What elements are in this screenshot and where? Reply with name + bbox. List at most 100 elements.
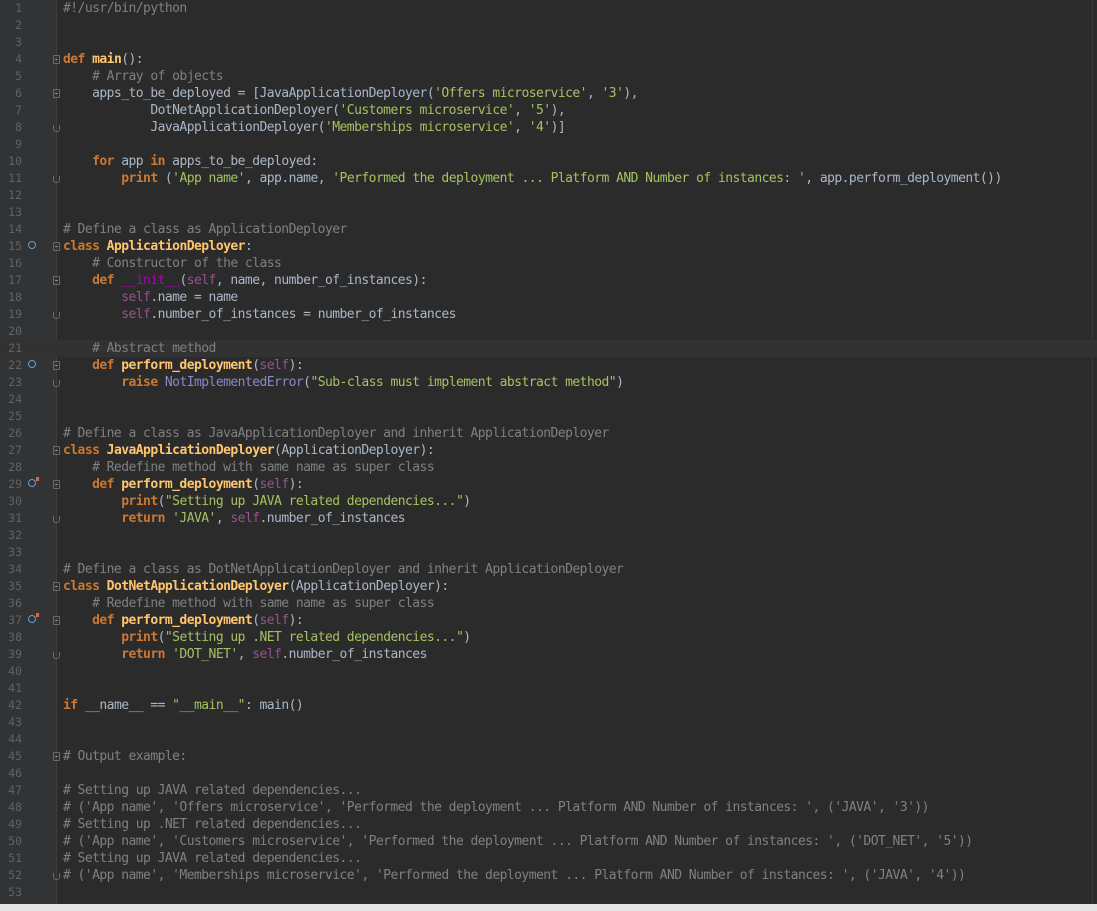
code-text: JavaApplicationDeployer('Memberships mic… [63, 119, 565, 136]
fold-toggle-icon[interactable] [53, 55, 60, 64]
code-line[interactable]: 23 raise NotImplementedError("Sub-class … [0, 374, 1097, 391]
code-line[interactable]: 14 # Define a class as ApplicationDeploye… [0, 221, 1097, 238]
code-line[interactable]: 37 def perform_deployment(self): [0, 612, 1097, 629]
fold-toggle-icon[interactable] [53, 582, 60, 591]
code-text: raise NotImplementedError("Sub-class mus… [63, 374, 624, 391]
code-area[interactable]: 1 #!/usr/bin/python 2 3 4 def main(): 5 # Arra… [0, 0, 1097, 901]
fold-end-icon[interactable] [53, 652, 60, 659]
code-token: "Setting up JAVA related dependencies...… [164, 494, 464, 509]
code-token: # Define a class as JavaApplicationDeplo… [63, 426, 609, 441]
code-line[interactable]: 40 [0, 663, 1097, 680]
code-token: def [92, 273, 122, 288]
code-line[interactable]: 1 #!/usr/bin/python [0, 0, 1097, 17]
code-line[interactable]: 17 def __init__(self, name, number_of_in… [0, 272, 1097, 289]
code-line[interactable]: 33 [0, 544, 1097, 561]
code-line[interactable]: 47 # Setting up JAVA related dependencies… [0, 782, 1097, 799]
code-line[interactable]: 16 # Constructor of the class [0, 255, 1097, 272]
code-line[interactable]: 49 # Setting up .NET related dependencies… [0, 816, 1097, 833]
code-line[interactable]: 52 # ('App name', 'Memberships microservi… [0, 867, 1097, 884]
code-line[interactable]: 27 class JavaApplicationDeployer(Applicat… [0, 442, 1097, 459]
override-marker-icon[interactable] [28, 360, 36, 368]
code-line[interactable]: 2 [0, 17, 1097, 34]
code-line[interactable]: 4 def main(): [0, 51, 1097, 68]
code-token: ( [179, 273, 187, 288]
fold-toggle-icon[interactable] [53, 242, 60, 251]
code-text: # Setting up JAVA related dependencies..… [63, 782, 362, 799]
code-line[interactable]: 10 for app in apps_to_be_deployed: [0, 153, 1097, 170]
horizontal-scrollbar[interactable] [0, 904, 1097, 911]
code-token: ) [463, 494, 471, 509]
code-line[interactable]: 13 [0, 204, 1097, 221]
fold-toggle-icon[interactable] [53, 616, 60, 625]
line-number: 39 [8, 647, 22, 661]
code-line[interactable]: 36 # Redefine method with same name as s… [0, 595, 1097, 612]
fold-toggle-icon[interactable] [53, 446, 60, 455]
code-editor[interactable]: 1 #!/usr/bin/python 2 3 4 def main(): 5 # Arra… [0, 0, 1097, 904]
code-line[interactable]: 29 def perform_deployment(self): [0, 476, 1097, 493]
code-text: if __name__ == "__main__": main() [63, 697, 304, 714]
code-line[interactable]: 20 [0, 323, 1097, 340]
fold-end-icon[interactable] [53, 312, 60, 319]
code-line[interactable]: 21 # Abstract method [0, 340, 1097, 357]
code-line[interactable]: 18 self.name = name [0, 289, 1097, 306]
code-line[interactable]: 34 # Define a class as DotNetApplicationD… [0, 561, 1097, 578]
code-line[interactable]: 26 # Define a class as JavaApplicationDep… [0, 425, 1097, 442]
fold-end-icon[interactable] [53, 125, 60, 132]
fold-end-icon[interactable] [53, 380, 60, 387]
code-token: raise [121, 375, 165, 390]
code-line[interactable]: 12 [0, 187, 1097, 204]
line-number: 33 [8, 545, 22, 559]
line-number: 50 [8, 834, 22, 848]
override-marker-icon[interactable] [28, 241, 36, 249]
code-text: def perform_deployment(self): [63, 357, 304, 374]
code-line[interactable]: 22 def perform_deployment(self): [0, 357, 1097, 374]
fold-end-icon[interactable] [53, 873, 60, 880]
code-line[interactable]: 51 # Setting up JAVA related dependencies… [0, 850, 1097, 867]
code-token: main [92, 52, 122, 67]
implements-marker-icon[interactable] [28, 477, 39, 487]
code-line[interactable]: 11 print ('App name', app.name, 'Perform… [0, 170, 1097, 187]
code-line[interactable]: 31 return 'JAVA', self.number_of_instanc… [0, 510, 1097, 527]
line-number: 8 [15, 120, 22, 134]
fold-toggle-icon[interactable] [53, 89, 60, 98]
implements-marker-icon[interactable] [28, 613, 39, 623]
code-line[interactable]: 38 print("Setting up .NET related depend… [0, 629, 1097, 646]
code-line[interactable]: 5 # Array of objects [0, 68, 1097, 85]
code-line[interactable]: 8 JavaApplicationDeployer('Memberships m… [0, 119, 1097, 136]
code-line[interactable]: 19 self.number_of_instances = number_of_… [0, 306, 1097, 323]
fold-toggle-icon[interactable] [53, 276, 60, 285]
code-line[interactable]: 46 [0, 765, 1097, 782]
fold-toggle-icon[interactable] [53, 752, 60, 761]
code-line[interactable]: 15 class ApplicationDeployer: [0, 238, 1097, 255]
fold-toggle-icon[interactable] [53, 361, 60, 370]
code-line[interactable]: 9 [0, 136, 1097, 153]
code-line[interactable]: 3 [0, 34, 1097, 51]
code-line[interactable]: 50 # ('App name', 'Customers microservice… [0, 833, 1097, 850]
code-line[interactable]: 32 [0, 527, 1097, 544]
code-line[interactable]: 7 DotNetApplicationDeployer('Customers m… [0, 102, 1097, 119]
code-line[interactable]: 45 # Output example: [0, 748, 1097, 765]
code-line[interactable]: 25 [0, 408, 1097, 425]
code-line[interactable]: 35 class DotNetApplicationDeployer(Applic… [0, 578, 1097, 595]
code-line[interactable]: 24 [0, 391, 1097, 408]
code-line[interactable]: 48 # ('App name', 'Offers microservice', … [0, 799, 1097, 816]
code-line[interactable]: 28 # Redefine method with same name as s… [0, 459, 1097, 476]
code-line[interactable]: 44 [0, 731, 1097, 748]
code-line[interactable]: 43 [0, 714, 1097, 731]
fold-toggle-icon[interactable] [53, 480, 60, 489]
code-line[interactable]: 53 [0, 884, 1097, 901]
fold-end-icon[interactable] [53, 516, 60, 523]
code-token: ), [550, 103, 566, 118]
fold-end-icon[interactable] [53, 176, 60, 183]
code-line[interactable]: 42 if __name__ == "__main__": main() [0, 697, 1097, 714]
code-line[interactable]: 30 print("Setting up JAVA related depend… [0, 493, 1097, 510]
code-line[interactable]: 39 return 'DOT_NET', self.number_of_inst… [0, 646, 1097, 663]
code-line[interactable]: 41 [0, 680, 1097, 697]
code-token: )] [550, 120, 566, 135]
code-token: perform_deployment [121, 613, 253, 628]
line-number: 45 [8, 749, 22, 763]
code-token: , [237, 647, 253, 662]
code-line[interactable]: 6 apps_to_be_deployed = [JavaApplication… [0, 85, 1097, 102]
